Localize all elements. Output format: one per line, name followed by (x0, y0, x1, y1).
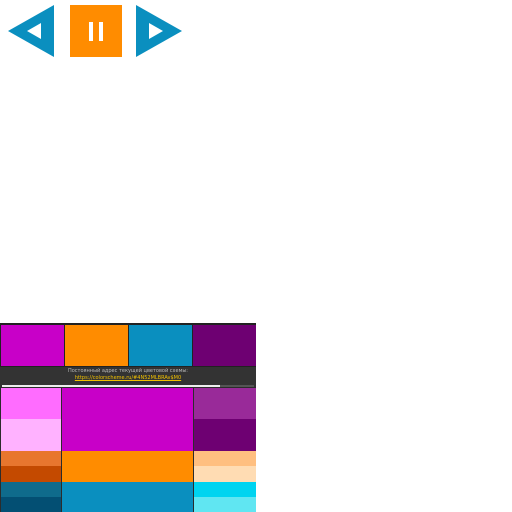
palette-cell-orange-main[interactable] (62, 451, 193, 482)
base-swatch-purple[interactable] (193, 325, 256, 366)
palette-cell-blue-lighter[interactable] (194, 497, 256, 512)
scrollbar-track[interactable] (2, 385, 254, 387)
palette-cell-magenta-dark[interactable] (194, 419, 256, 451)
next-button[interactable] (136, 5, 182, 57)
triangle-right-icon (136, 5, 182, 57)
palette-cell-orange-dark[interactable] (1, 451, 61, 466)
scheme-address-bar: Постоянный адрес текущей цветовой схемы:… (0, 367, 256, 387)
base-swatch-blue[interactable] (129, 325, 192, 366)
previous-button[interactable] (8, 5, 54, 57)
palette-cell-blue-darker[interactable] (1, 497, 61, 512)
palette-cell-orange-darker[interactable] (1, 466, 61, 482)
base-swatch-orange[interactable] (65, 325, 128, 366)
scheme-address-link[interactable]: https://colorscheme.ru/#4N52MLBRAv$M0 (0, 374, 256, 381)
palette-cell-orange-light[interactable] (194, 451, 256, 466)
base-swatch-row (0, 323, 256, 367)
page: Постоянный адрес текущей цветовой схемы:… (0, 0, 512, 512)
palette-cell-magenta-mid[interactable] (194, 388, 256, 419)
palette-grid (1, 388, 256, 512)
palette-cell-blue-light[interactable] (194, 482, 256, 497)
color-scheme-preview: Постоянный адрес текущей цветовой схемы:… (0, 323, 256, 512)
scheme-address-label: Постоянный адрес текущей цветовой схемы: (67, 368, 188, 374)
pause-icon (70, 5, 122, 57)
scrollbar-thumb[interactable] (2, 385, 220, 387)
triangle-left-icon (8, 5, 54, 57)
pause-button[interactable] (70, 5, 122, 57)
palette-cell-blue-main[interactable] (62, 482, 193, 512)
palette-cell-blue-dark[interactable] (1, 482, 61, 497)
palette-cell-magenta-light[interactable] (1, 388, 61, 419)
palette-cell-magenta-lighter[interactable] (1, 419, 61, 451)
palette-cell-magenta-main[interactable] (62, 388, 193, 451)
palette-cell-orange-lighter[interactable] (194, 466, 256, 482)
base-swatch-magenta[interactable] (1, 325, 64, 366)
